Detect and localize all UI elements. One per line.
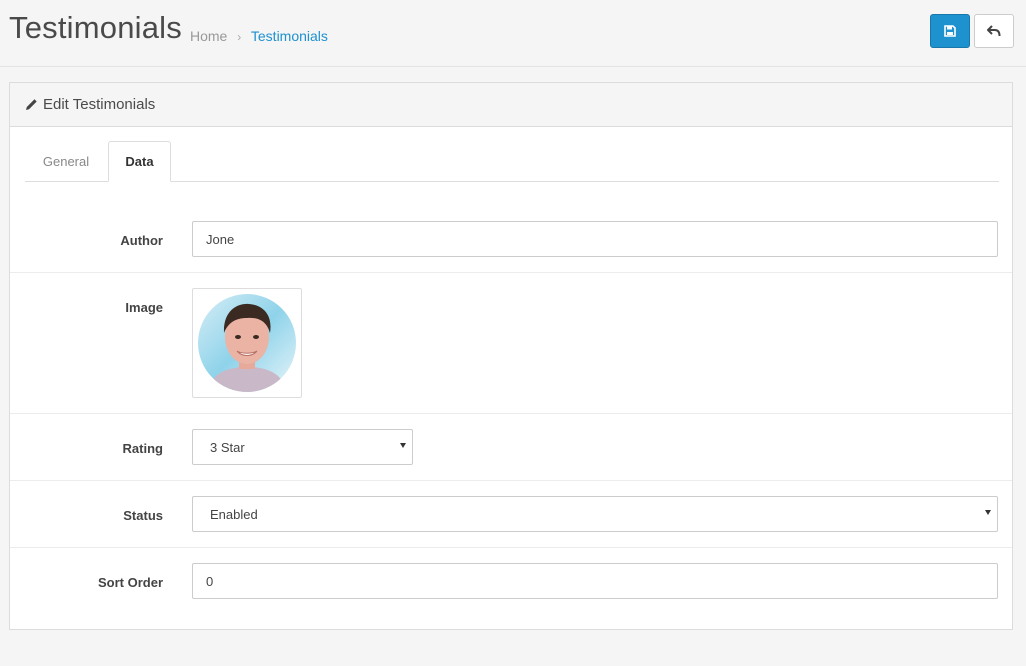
image-thumbnail[interactable] bbox=[192, 288, 302, 398]
panel-heading-text: Edit Testimonials bbox=[43, 96, 156, 113]
tab-bar: General Data bbox=[25, 141, 999, 182]
image-label: Image bbox=[125, 300, 163, 315]
author-label: Author bbox=[120, 233, 163, 248]
breadcrumb-current[interactable]: Testimonials bbox=[251, 28, 328, 44]
sort-order-label: Sort Order bbox=[97, 575, 163, 590]
author-input[interactable]: Jone bbox=[192, 221, 998, 257]
status-select-value: Enabled bbox=[210, 506, 258, 522]
tab-data[interactable]: Data bbox=[108, 141, 171, 182]
sort-order-input[interactable]: 0 bbox=[192, 563, 998, 599]
form-row-status: Status Enabled bbox=[10, 480, 1012, 547]
save-icon bbox=[944, 25, 956, 37]
status-select[interactable]: Enabled bbox=[192, 496, 998, 532]
page-header: Testimonials Home › Testimonials bbox=[0, 0, 1026, 67]
pencil-icon bbox=[25, 98, 38, 111]
panel-heading: Edit Testimonials bbox=[10, 83, 1012, 127]
status-label: Status bbox=[123, 508, 163, 523]
form-row-image: Image bbox=[10, 272, 1012, 413]
breadcrumb-home[interactable]: Home bbox=[190, 28, 227, 44]
breadcrumb: Home › Testimonials bbox=[190, 28, 328, 44]
form-row-author: Author Jone bbox=[10, 211, 1012, 272]
tab-general[interactable]: General bbox=[25, 141, 107, 181]
author-avatar-image bbox=[198, 294, 296, 392]
rating-select-value: 3 Star bbox=[210, 439, 245, 455]
back-button[interactable] bbox=[974, 14, 1014, 48]
chevron-down-icon bbox=[985, 510, 991, 515]
edit-panel: Edit Testimonials General Data Author Jo… bbox=[9, 82, 1013, 630]
rating-label: Rating bbox=[122, 441, 163, 456]
breadcrumb-separator-icon: › bbox=[237, 30, 242, 44]
chevron-down-icon bbox=[400, 443, 406, 448]
save-button[interactable] bbox=[930, 14, 970, 48]
page-title: Testimonials bbox=[9, 10, 182, 45]
form-row-sort-order: Sort Order 0 bbox=[10, 547, 1012, 629]
rating-select[interactable]: 3 Star bbox=[192, 429, 413, 465]
reply-icon bbox=[987, 25, 1001, 37]
form-row-rating: Rating 3 Star bbox=[10, 413, 1012, 480]
